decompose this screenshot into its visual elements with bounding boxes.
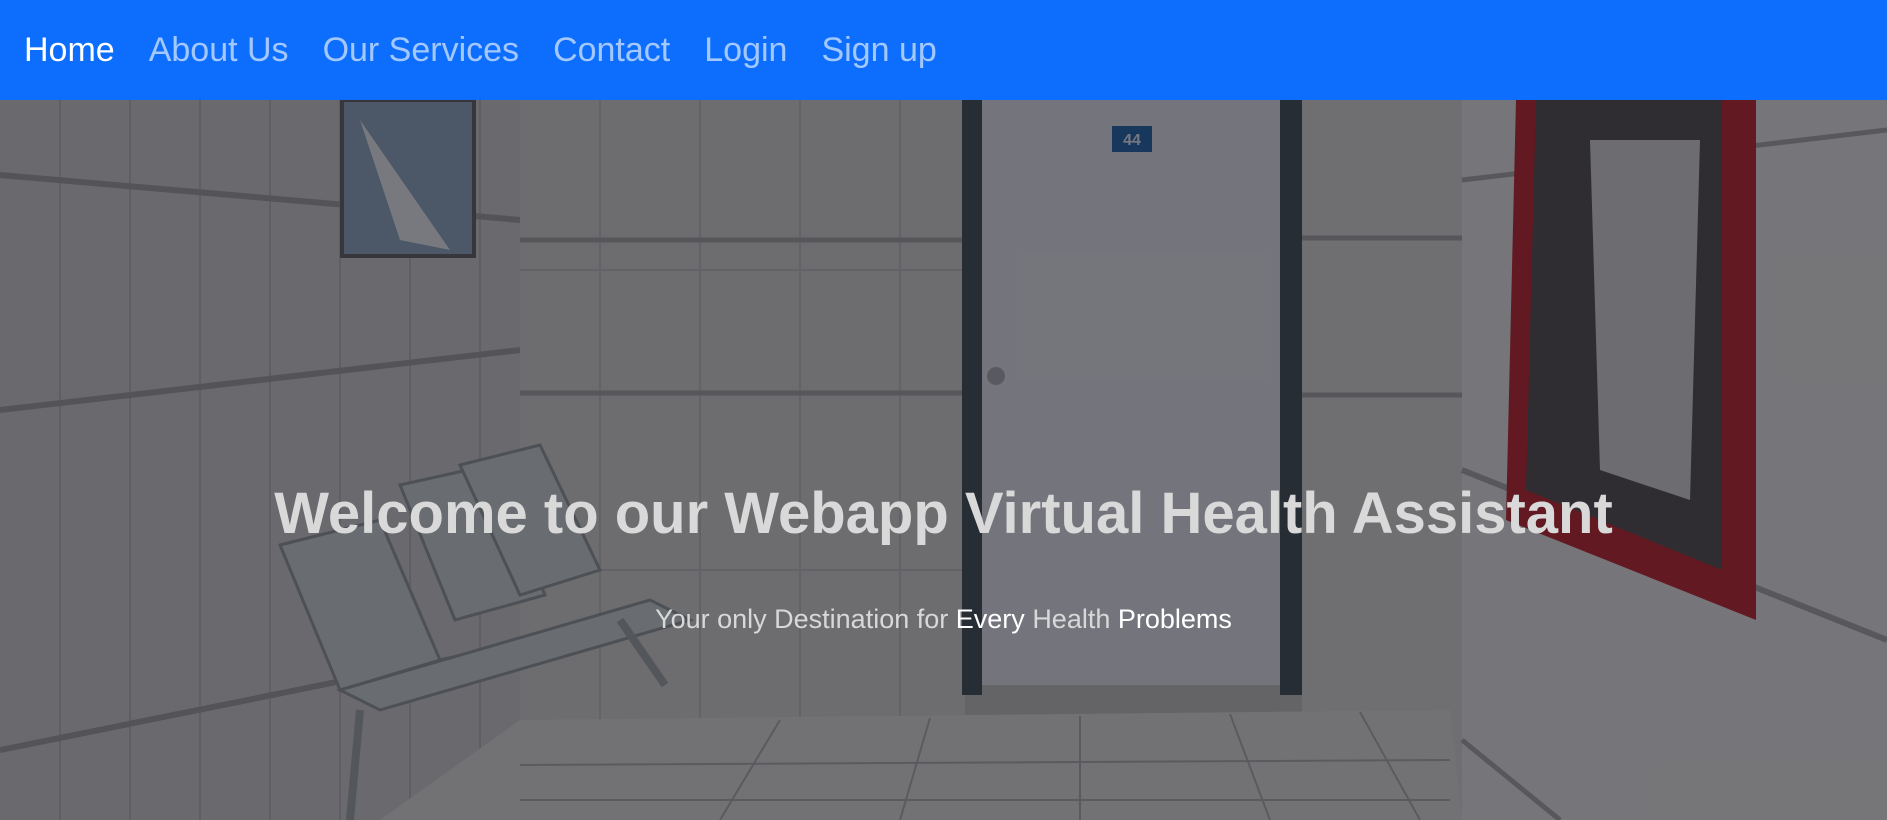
nav-signup-link[interactable]: Sign up	[821, 33, 936, 67]
subline-part-3: Health	[1032, 604, 1111, 634]
hero-section: 44	[0, 100, 1887, 820]
hero-dark-overlay	[0, 100, 1887, 820]
headline-welcome: Welcome to our Webapp	[274, 481, 949, 546]
hero-subheadline: Your only Destination for Every Health P…	[0, 606, 1887, 633]
top-navbar: Home About Us Our Services Contact Login…	[0, 0, 1887, 100]
nav-services-link[interactable]: Our Services	[323, 33, 520, 67]
nav-login-link[interactable]: Login	[704, 33, 787, 67]
subline-part-1: Your only Destination for	[655, 604, 949, 634]
nav-contact-link[interactable]: Contact	[553, 33, 670, 67]
nav-about-link[interactable]: About Us	[149, 33, 289, 67]
nav-home-link[interactable]: Home	[24, 33, 115, 67]
subline-part-4: Problems	[1117, 604, 1232, 634]
subline-part-2: Every	[955, 604, 1025, 634]
headline-product-name: Virtual Health Assistant	[964, 481, 1613, 546]
hero-headline: Welcome to our Webapp Virtual Health Ass…	[0, 485, 1887, 543]
